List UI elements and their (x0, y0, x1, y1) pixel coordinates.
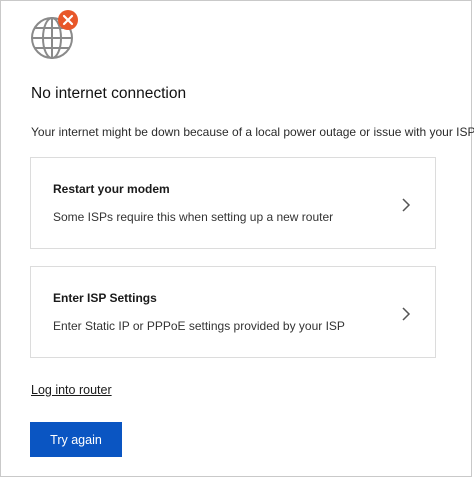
chevron-right-icon (402, 198, 411, 212)
option-description: Enter Static IP or PPPoE settings provid… (53, 319, 345, 333)
option-title: Restart your modem (53, 182, 170, 196)
status-message: Your internet might be down because of a… (31, 125, 474, 139)
option-description: Some ISPs require this when setting up a… (53, 210, 334, 224)
isp-settings-option[interactable]: Enter ISP Settings Enter Static IP or PP… (30, 266, 436, 358)
error-badge-icon (58, 10, 78, 30)
option-title: Enter ISP Settings (53, 291, 157, 305)
globe-icon (31, 10, 78, 59)
try-again-button[interactable]: Try again (30, 422, 122, 457)
page-title: No internet connection (31, 85, 187, 102)
log-into-router-link[interactable]: Log into router (31, 383, 112, 397)
status-icon (29, 9, 81, 61)
restart-modem-option[interactable]: Restart your modem Some ISPs require thi… (30, 157, 436, 249)
chevron-right-icon (402, 307, 411, 321)
dialog-panel: No internet connection Your internet mig… (0, 0, 474, 477)
